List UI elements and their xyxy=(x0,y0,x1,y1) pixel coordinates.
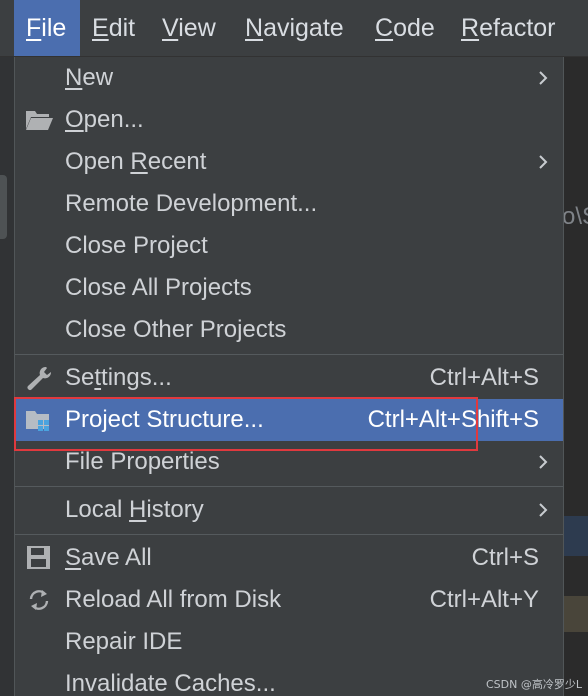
menu-separator xyxy=(15,534,563,535)
reload-icon xyxy=(29,590,49,610)
menu-navigate-mnemonic: N xyxy=(245,14,264,42)
menu-item-close-all-projects[interactable]: Close All Projects xyxy=(15,267,563,309)
menu-item-close-other-projects[interactable]: Close Other Projects xyxy=(15,309,563,351)
menu-item-repair-ide[interactable]: Repair IDE xyxy=(15,621,563,663)
menu-navigate[interactable]: Navigate xyxy=(232,0,362,56)
project-structure-icon xyxy=(26,411,49,431)
menu-item-open-recent[interactable]: Open Recent xyxy=(15,141,563,183)
menu-view-label: iew xyxy=(178,14,216,42)
menu-code-label: ode xyxy=(393,14,435,42)
menu-view-mnemonic: V xyxy=(162,14,179,42)
menu-item-save-all[interactable]: Save All Ctrl+S xyxy=(15,537,563,579)
chevron-right-icon xyxy=(539,503,548,517)
menu-file[interactable]: File xyxy=(14,0,80,56)
menu-edit-mnemonic: E xyxy=(92,14,109,42)
menu-code-mnemonic: C xyxy=(375,14,394,42)
menu-item-close-project[interactable]: Close Project xyxy=(15,225,563,267)
chevron-right-icon xyxy=(539,455,548,469)
watermark: CSDN @高冷罗少L xyxy=(486,678,582,691)
menu-separator xyxy=(15,486,563,487)
file-menu-dropdown: New Open... Open Recent Remote Developme… xyxy=(14,57,564,696)
wrench-icon xyxy=(27,366,52,390)
menu-refactor-mnemonic: R xyxy=(461,14,480,42)
menu-view[interactable]: View xyxy=(150,0,232,56)
folder-open-icon xyxy=(26,111,53,130)
menu-separator xyxy=(15,354,563,355)
menu-edit-label: dit xyxy=(108,14,136,42)
editor-selection-strip xyxy=(562,516,588,556)
reload-shortcut: Ctrl+Alt+Y xyxy=(429,586,539,613)
menu-file-mnemonic: F xyxy=(26,14,42,42)
menu-item-settings[interactable]: Settings... Ctrl+Alt+S xyxy=(15,357,563,399)
menu-refactor[interactable]: Refactor xyxy=(448,0,588,56)
menu-item-remote-development[interactable]: Remote Development... xyxy=(15,183,563,225)
menu-item-new[interactable]: New xyxy=(15,57,563,99)
menu-item-open[interactable]: Open... xyxy=(15,99,563,141)
menu-item-local-history[interactable]: Local History xyxy=(15,489,563,531)
menu-item-reload-all-from-disk[interactable]: Reload All from Disk Ctrl+Alt+Y xyxy=(15,579,563,621)
editor-gutter xyxy=(0,57,14,696)
menu-item-project-structure[interactable]: Project Structure... Ctrl+Alt+Shift+S xyxy=(15,399,563,441)
editor-path-fragment: o\S xyxy=(562,203,588,230)
menu-item-invalidate-caches[interactable]: Invalidate Caches... xyxy=(15,663,563,696)
menu-refactor-label: efactor xyxy=(479,14,556,42)
project-structure-shortcut: Ctrl+Alt+Shift+S xyxy=(367,406,539,433)
menu-item-file-properties[interactable]: File Properties xyxy=(15,441,563,483)
side-tool-tab[interactable] xyxy=(0,175,7,239)
menu-code[interactable]: Code xyxy=(362,0,448,56)
chevron-right-icon xyxy=(539,71,548,85)
save-icon xyxy=(27,546,50,569)
menu-file-label: ile xyxy=(41,14,67,42)
menu-edit[interactable]: Edit xyxy=(80,0,150,56)
menu-navigate-label: avigate xyxy=(263,14,344,42)
settings-shortcut: Ctrl+Alt+S xyxy=(429,364,539,391)
chevron-right-icon xyxy=(539,155,548,169)
save-all-shortcut: Ctrl+S xyxy=(471,544,539,571)
main-menu-bar: File Edit View Navigate Code Refactor xyxy=(0,0,588,57)
editor-highlight-strip xyxy=(562,596,588,632)
